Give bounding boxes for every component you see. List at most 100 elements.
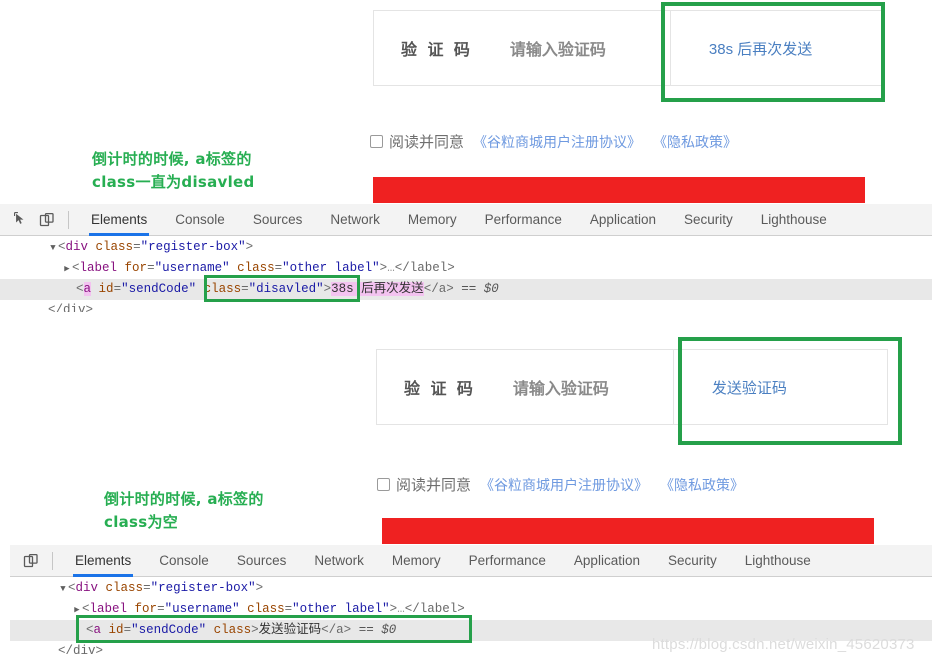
user-agreement-link[interactable]: 《谷粒商城用户注册协议》 bbox=[473, 132, 641, 152]
agreement-row-bottom: 阅读并同意 《谷粒商城用户注册协议》 《隐私政策》 bbox=[377, 474, 744, 495]
dom-row[interactable]: ▼ <div class="register-box"> bbox=[10, 578, 932, 599]
dom-tag: label bbox=[89, 602, 128, 616]
agreement-text: 阅读并同意 bbox=[389, 134, 465, 151]
devtools-tab-list-bottom: Elements Console Sources Network Memory Perfo… bbox=[61, 545, 825, 577]
dom-endtag: </a> bbox=[423, 282, 454, 296]
dom-value: "username" bbox=[164, 602, 240, 616]
disclosure-triangle-icon[interactable]: ▶ bbox=[62, 259, 72, 280]
devtools-tab-console[interactable]: Console bbox=[161, 204, 239, 236]
dom-space bbox=[240, 602, 248, 616]
dom-eq: = bbox=[284, 602, 293, 616]
register-submit-button-bottom[interactable] bbox=[382, 518, 874, 544]
devtools-tab-lighthouse[interactable]: Lighthouse bbox=[731, 545, 825, 577]
dom-text-node: 发送验证码 bbox=[258, 623, 322, 637]
dom-ellipsis: … bbox=[387, 261, 395, 275]
dom-space bbox=[196, 282, 204, 296]
dom-value: "sendCode" bbox=[131, 623, 207, 637]
annotation-note-bottom: 倒计时的时候, a标签的 class为空 bbox=[104, 488, 264, 535]
user-agreement-link[interactable]: 《谷粒商城用户注册协议》 bbox=[480, 475, 648, 495]
dom-value: "disavled" bbox=[248, 282, 324, 296]
dom-space bbox=[88, 240, 96, 254]
devtools-tab-security[interactable]: Security bbox=[670, 204, 747, 236]
form-divider bbox=[669, 11, 671, 85]
dom-value: "other label" bbox=[292, 602, 390, 616]
dom-eq: = bbox=[241, 282, 249, 296]
agreement-checkbox[interactable] bbox=[370, 135, 383, 148]
dom-value: "sendCode" bbox=[121, 282, 197, 296]
send-code-button[interactable]: 38s 后再次发送 bbox=[709, 38, 812, 59]
dom-tag: a bbox=[83, 282, 92, 296]
send-code-button[interactable]: 发送验证码 bbox=[712, 377, 787, 398]
devtools-tab-memory[interactable]: Memory bbox=[378, 545, 455, 577]
agreement-text: 阅读并同意 bbox=[396, 477, 472, 494]
dom-row[interactable]: ▶ <label for="username" class="other labe… bbox=[0, 258, 932, 279]
dom-value: "register-box" bbox=[150, 581, 256, 595]
privacy-policy-link[interactable]: 《隐私政策》 bbox=[653, 132, 737, 152]
dom-space bbox=[230, 261, 238, 275]
dom-selected-marker: == $0 bbox=[461, 282, 499, 296]
dom-attr: class bbox=[213, 623, 252, 637]
devtools-tab-network[interactable]: Network bbox=[316, 204, 394, 236]
dom-punct: > bbox=[251, 623, 259, 637]
annotation-note-top-line1: 倒计时的时候, a标签的 bbox=[92, 150, 252, 168]
register-submit-button-top[interactable] bbox=[373, 177, 865, 203]
devtools-tab-elements[interactable]: Elements bbox=[61, 545, 145, 577]
privacy-policy-link[interactable]: 《隐私政策》 bbox=[660, 475, 744, 495]
devtools-tab-sources[interactable]: Sources bbox=[239, 204, 317, 236]
verification-code-input[interactable] bbox=[512, 378, 673, 396]
dom-attr: class bbox=[105, 581, 144, 595]
disclosure-triangle-icon[interactable]: ▼ bbox=[48, 238, 58, 259]
devtools-tab-security[interactable]: Security bbox=[654, 545, 731, 577]
dom-endtag: </label> bbox=[404, 602, 465, 616]
devtools-tab-network[interactable]: Network bbox=[300, 545, 378, 577]
dom-punct: > bbox=[255, 581, 264, 595]
devtools-tab-performance[interactable]: Performance bbox=[455, 545, 560, 577]
devtools-tab-performance[interactable]: Performance bbox=[471, 204, 576, 236]
dom-value: "register-box" bbox=[140, 240, 246, 254]
dom-attr: class bbox=[247, 602, 285, 616]
dom-attr: for bbox=[134, 602, 158, 616]
devtools-tab-memory[interactable]: Memory bbox=[394, 204, 471, 236]
dom-attr: id bbox=[98, 282, 114, 296]
dom-row[interactable]: ▶ <label for="username" class="other labe… bbox=[10, 599, 932, 620]
dom-row[interactable]: </div> bbox=[0, 300, 932, 312]
disclosure-triangle-icon[interactable]: ▼ bbox=[58, 579, 68, 600]
dom-row[interactable]: ▼ <div class="register-box"> bbox=[0, 237, 932, 258]
disclosure-triangle-icon[interactable]: ▶ bbox=[72, 600, 82, 621]
devtools-tab-elements[interactable]: Elements bbox=[77, 204, 161, 236]
devtools-tab-sources[interactable]: Sources bbox=[223, 545, 301, 577]
devtools-tab-application[interactable]: Application bbox=[576, 204, 670, 236]
dom-eq: = bbox=[113, 282, 122, 296]
dom-text-node: 38s 后再次发送 bbox=[331, 282, 424, 296]
devtools-tab-application[interactable]: Application bbox=[560, 545, 654, 577]
dom-space bbox=[117, 261, 125, 275]
dom-tag: div bbox=[75, 581, 99, 595]
device-toolbar-icon[interactable] bbox=[34, 207, 60, 233]
dom-attr: class bbox=[95, 240, 134, 254]
dom-punct: < bbox=[76, 282, 84, 296]
dom-eq: = bbox=[143, 581, 151, 595]
dom-space bbox=[206, 623, 214, 637]
agreement-checkbox[interactable] bbox=[377, 478, 390, 491]
dom-punct: < bbox=[68, 581, 76, 595]
inspect-element-icon[interactable] bbox=[8, 207, 34, 233]
dom-attr: class bbox=[203, 282, 242, 296]
dom-value: "username" bbox=[154, 261, 230, 275]
dom-row-selected[interactable]: <a id="sendCode" class="disavled">38s 后再… bbox=[0, 279, 932, 300]
dom-punct: < bbox=[58, 240, 66, 254]
verification-code-label: 验 证 码 bbox=[401, 42, 473, 59]
devtools-toolbar-separator bbox=[52, 551, 53, 570]
dom-space bbox=[351, 623, 359, 637]
dom-tag: a bbox=[93, 623, 102, 637]
device-toolbar-icon[interactable] bbox=[18, 548, 44, 574]
devtools-tab-console[interactable]: Console bbox=[145, 545, 223, 577]
annotation-note-top: 倒计时的时候, a标签的 class一直为disavled bbox=[92, 148, 255, 195]
annotation-note-top-line2: class一直为disavled bbox=[92, 173, 255, 192]
verification-code-form-top: 验 证 码 38s 后再次发送 bbox=[373, 10, 885, 86]
agreement-row-top: 阅读并同意 《谷粒商城用户注册协议》 《隐私政策》 bbox=[370, 131, 737, 152]
verification-code-label: 验 证 码 bbox=[404, 381, 476, 398]
dom-eq: = bbox=[274, 261, 283, 275]
devtools-tab-lighthouse[interactable]: Lighthouse bbox=[747, 204, 841, 236]
dom-punct: < bbox=[82, 602, 90, 616]
verification-code-input[interactable] bbox=[509, 39, 670, 57]
